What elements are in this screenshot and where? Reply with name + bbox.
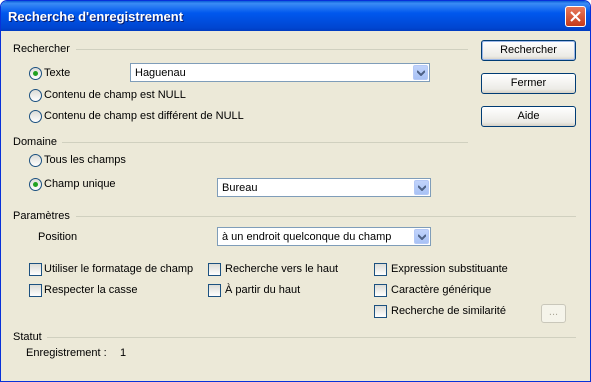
position-value: à un endroit quelconque du champ	[222, 231, 392, 243]
chevron-down-icon	[418, 185, 426, 191]
chevron-down-icon	[418, 234, 426, 240]
checkbox-search-backwards[interactable]	[208, 263, 221, 276]
radio-not-null[interactable]	[29, 110, 42, 123]
radio-not-null-label: Contenu de champ est différent de NULL	[44, 110, 244, 122]
help-button[interactable]: Aide	[481, 106, 576, 127]
combo-dropdown-button[interactable]	[414, 180, 429, 195]
close-window-button[interactable]	[565, 6, 586, 27]
from-top-label: À partir du haut	[225, 284, 301, 296]
regex-label: Expression substituante	[391, 263, 508, 275]
radio-null-label: Contenu de champ est NULL	[44, 89, 186, 101]
radio-text[interactable]	[29, 67, 42, 80]
checkbox-from-top[interactable]	[208, 284, 221, 297]
position-label: Position	[38, 231, 78, 243]
radio-all-fields-label: Tous les champs	[44, 154, 126, 166]
checkbox-regex[interactable]	[374, 263, 387, 276]
similarity-settings-button[interactable]: ...	[541, 304, 566, 323]
close-icon	[570, 11, 581, 22]
field-combo[interactable]: Bureau	[217, 178, 431, 197]
similarity-label: Recherche de similarité	[391, 305, 506, 317]
match-case-label: Respecter la casse	[44, 284, 138, 296]
wildcard-label: Caractère générique	[391, 284, 492, 296]
combo-dropdown-button[interactable]	[413, 65, 428, 80]
checkbox-use-formatting[interactable]	[29, 263, 42, 276]
title-bar[interactable]: Recherche d'enregistrement	[1, 1, 590, 31]
search-text-value: Haguenau	[135, 67, 186, 79]
radio-all-fields[interactable]	[29, 154, 42, 167]
search-section-title: Rechercher	[13, 43, 70, 55]
use-formatting-label: Utiliser le formatage de champ	[44, 263, 194, 275]
divider	[62, 142, 468, 144]
combo-dropdown-button[interactable]	[414, 229, 429, 244]
checkbox-similarity[interactable]	[374, 305, 387, 318]
search-backwards-label: Recherche vers le haut	[225, 263, 339, 275]
params-section-title: Paramètres	[13, 210, 70, 222]
divider	[76, 49, 468, 51]
chevron-down-icon	[417, 70, 425, 76]
field-value: Bureau	[222, 182, 258, 194]
divider	[47, 337, 576, 339]
search-text-combo[interactable]: Haguenau	[130, 63, 430, 82]
dialog-content: Rechercher Texte Haguenau Contenu de cha…	[4, 31, 587, 378]
domain-section-title: Domaine	[13, 136, 58, 148]
close-button[interactable]: Fermer	[481, 73, 576, 94]
divider	[76, 216, 576, 218]
position-combo[interactable]: à un endroit quelconque du champ	[217, 227, 431, 246]
radio-text-label: Texte	[44, 67, 71, 79]
record-value: 1	[120, 347, 127, 359]
window-title: Recherche d'enregistrement	[8, 9, 184, 24]
radio-single-field[interactable]	[29, 178, 42, 191]
radio-null[interactable]	[29, 89, 42, 102]
checkbox-match-case[interactable]	[29, 284, 42, 297]
search-button[interactable]: Rechercher	[481, 40, 576, 61]
dialog-window: Recherche d'enregistrement Rechercher Te…	[0, 0, 591, 382]
record-label: Enregistrement :	[26, 347, 107, 359]
status-section-title: Statut	[13, 331, 42, 343]
checkbox-wildcard[interactable]	[374, 284, 387, 297]
radio-single-field-label: Champ unique	[44, 178, 116, 190]
